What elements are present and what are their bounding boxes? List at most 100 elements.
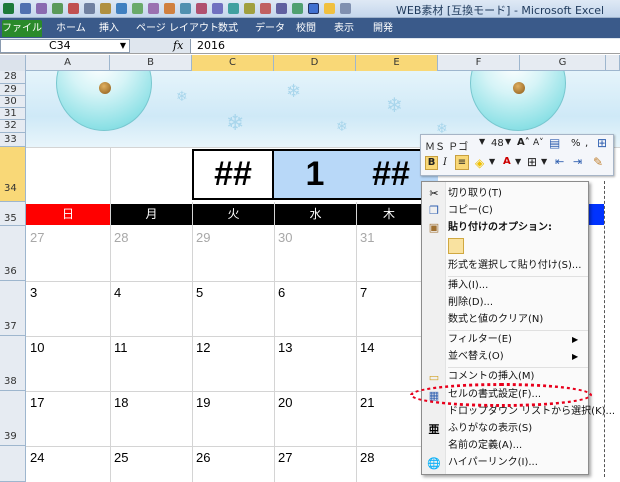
quick-access-icon[interactable] <box>100 3 111 14</box>
tab-home[interactable]: ホーム <box>56 21 86 36</box>
tab-formulas[interactable]: 数式 <box>218 21 238 36</box>
percent-format-icon[interactable]: % <box>571 138 581 149</box>
chevron-down-icon[interactable]: ▼ <box>479 137 485 146</box>
print-icon[interactable] <box>52 3 63 14</box>
menu-item-hyperlink[interactable]: ハイパーリンク(I)... <box>448 455 538 471</box>
tab-page-layout[interactable]: ページ レイアウト <box>136 21 219 36</box>
row-header-29[interactable]: 29 <box>0 84 26 96</box>
quick-access-icon[interactable] <box>276 3 287 14</box>
row-header-38[interactable]: 38 <box>0 336 26 391</box>
day-cell[interactable]: 10 <box>30 340 44 355</box>
column-header-c[interactable]: C <box>192 55 274 71</box>
row-header-32[interactable]: 32 <box>0 120 26 133</box>
quick-access-icon[interactable] <box>116 3 127 14</box>
day-cell[interactable]: 11 <box>114 340 128 355</box>
menu-item-define-name[interactable]: 名前の定義(A)... <box>448 438 522 454</box>
day-cell[interactable]: 27 <box>30 230 44 245</box>
paintbrush-icon[interactable]: ✎ <box>593 155 603 169</box>
tab-data[interactable]: データ <box>255 21 285 36</box>
column-header-b[interactable]: B <box>110 55 192 71</box>
day-cell[interactable]: 26 <box>196 450 210 465</box>
decrease-decimal-icon[interactable]: ⇤ <box>555 155 564 168</box>
day-cell[interactable]: 6 <box>278 285 285 300</box>
day-cell[interactable]: 14 <box>360 340 374 355</box>
quick-access-icon[interactable] <box>308 3 319 14</box>
row-header-33[interactable]: 33 <box>0 133 26 147</box>
grow-font-icon[interactable]: A˄ <box>517 137 530 148</box>
menu-item-cut[interactable]: 切り取り(T) <box>448 186 502 202</box>
menu-item-clear[interactable]: 数式と値のクリア(N) <box>448 312 543 328</box>
quick-access-icon[interactable] <box>84 3 95 14</box>
borders-icon[interactable]: ⊞ <box>527 155 537 169</box>
paste-icon[interactable] <box>448 238 464 254</box>
quick-access-icon[interactable] <box>260 3 271 14</box>
row-header-39[interactable]: 39 <box>0 391 26 446</box>
tab-review[interactable]: 校閲 <box>296 21 316 36</box>
row-header-36[interactable]: 36 <box>0 226 26 281</box>
tab-developer[interactable]: 開発 <box>373 21 393 36</box>
day-cell[interactable]: 29 <box>196 230 210 245</box>
redo-icon[interactable] <box>68 3 79 14</box>
tab-file[interactable]: ファイル <box>2 20 42 37</box>
day-cell[interactable]: 21 <box>360 395 374 410</box>
day-cell[interactable]: 12 <box>196 340 210 355</box>
quick-access-icon[interactable] <box>244 3 255 14</box>
chevron-down-icon[interactable]: ▼ <box>120 40 126 52</box>
day-cell[interactable]: 17 <box>30 395 44 410</box>
quick-access-icon[interactable] <box>164 3 175 14</box>
font-name-select[interactable]: ＭＳ Ｐゴ <box>425 138 468 153</box>
day-cell[interactable]: 28 <box>114 230 128 245</box>
align-center-icon[interactable]: ≡ <box>455 155 469 170</box>
chevron-down-icon[interactable]: ▼ <box>541 157 547 166</box>
quick-access-icon[interactable] <box>180 3 191 14</box>
day-cell[interactable]: 3 <box>30 285 37 300</box>
column-header-d[interactable]: D <box>274 55 356 71</box>
row-header-34[interactable]: 34 <box>0 147 26 202</box>
formula-input[interactable]: 2016 <box>190 39 620 53</box>
menu-item-delete[interactable]: 削除(D)... <box>448 295 493 311</box>
name-box[interactable]: C34 ▼ <box>0 39 130 53</box>
day-cell[interactable]: 31 <box>360 230 374 245</box>
shrink-font-icon[interactable]: A˅ <box>533 138 544 148</box>
row-header-31[interactable]: 31 <box>0 108 26 120</box>
menu-item-insert[interactable]: 挿入(I)... <box>448 278 488 294</box>
row-header-35[interactable]: 35 <box>0 202 26 226</box>
column-header-e[interactable]: E <box>356 55 438 71</box>
quick-access-icon[interactable] <box>132 3 143 14</box>
menu-item-phonetic[interactable]: ふりがなの表示(S) <box>448 421 532 437</box>
undo-icon[interactable] <box>36 3 47 14</box>
day-cell[interactable]: 20 <box>278 395 292 410</box>
menu-item-copy[interactable]: コピー(C) <box>448 203 493 219</box>
day-cell[interactable]: 30 <box>278 230 292 245</box>
italic-button[interactable]: I <box>443 157 447 168</box>
row-header-37[interactable]: 37 <box>0 281 26 336</box>
day-cell[interactable]: 25 <box>114 450 128 465</box>
row-header-40[interactable] <box>0 446 26 482</box>
quick-access-icon[interactable] <box>228 3 239 14</box>
day-cell[interactable]: 18 <box>114 395 128 410</box>
row-header-30[interactable]: 30 <box>0 96 26 108</box>
day-cell[interactable]: 4 <box>114 285 121 300</box>
format-painter-icon[interactable]: ⊞ <box>597 136 607 150</box>
chevron-down-icon[interactable]: ▼ <box>515 157 521 166</box>
day-cell[interactable]: 28 <box>360 450 374 465</box>
font-size-select[interactable]: 48 <box>491 138 504 149</box>
menu-item-filter[interactable]: フィルター(E) <box>448 332 512 348</box>
column-header-g[interactable]: G <box>520 55 606 71</box>
quick-access-icon[interactable] <box>196 3 207 14</box>
row-header-28[interactable]: 28 <box>0 71 26 84</box>
quick-access-icon[interactable] <box>340 3 351 14</box>
column-header-f[interactable]: F <box>438 55 520 71</box>
day-cell[interactable]: 19 <box>196 395 210 410</box>
quick-access-icon[interactable] <box>292 3 303 14</box>
quick-access-icon[interactable] <box>148 3 159 14</box>
column-header-h[interactable] <box>606 55 620 71</box>
day-cell[interactable]: 5 <box>196 285 203 300</box>
day-cell[interactable]: 24 <box>30 450 44 465</box>
chevron-down-icon[interactable]: ▼ <box>505 137 511 146</box>
chevron-down-icon[interactable]: ▼ <box>489 157 495 166</box>
tab-view[interactable]: 表示 <box>334 21 354 36</box>
font-color-icon[interactable]: A <box>503 156 511 167</box>
day-cell[interactable]: 27 <box>278 450 292 465</box>
day-cell[interactable]: 7 <box>360 285 367 300</box>
